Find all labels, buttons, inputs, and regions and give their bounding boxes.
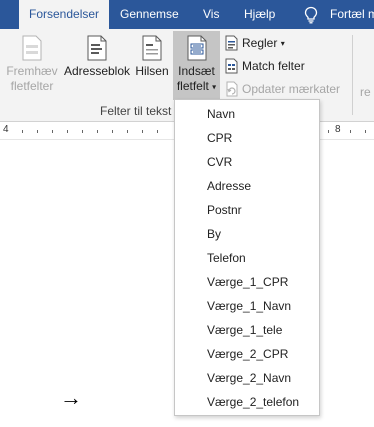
ruler-tick	[97, 130, 98, 133]
insert-merge-field-label-line2: fletfelt ▾	[173, 79, 220, 94]
insert-merge-field-label-text: fletfelt	[176, 79, 209, 93]
merge-field-dropdown: Navn CPR CVR Adresse Postnr By Telefon V…	[174, 99, 320, 416]
ruler-tick	[127, 130, 128, 133]
truncated-ribbon-label: re	[360, 85, 371, 99]
menu-item-telefon[interactable]: Telefon	[175, 246, 319, 270]
tab-hjaelp[interactable]: Hjælp	[244, 0, 275, 29]
ruler-tick	[350, 130, 351, 133]
ruler-number: 8	[335, 124, 341, 135]
greeting-line-label: Hilsen	[135, 64, 169, 78]
update-labels-icon	[226, 81, 238, 97]
menu-item-by[interactable]: By	[175, 222, 319, 246]
tab-gennemse[interactable]: Gennemse	[120, 0, 179, 29]
insert-merge-field-label-line1: Indsæt	[178, 64, 215, 78]
rules-icon	[225, 35, 238, 51]
menu-item-cpr[interactable]: CPR	[175, 126, 319, 150]
arrow-right-glyph: →	[60, 385, 82, 410]
address-block-label: Adresseblok	[63, 64, 131, 78]
ruler-tick	[365, 130, 366, 133]
tab-vis[interactable]: Vis	[203, 0, 219, 29]
menu-item-vaerge2-cpr[interactable]: Værge_2_CPR	[175, 342, 319, 366]
match-fields-label: Match felter	[242, 59, 305, 73]
rules-label: Regler ▾	[242, 33, 285, 54]
ruler-tick	[37, 130, 38, 133]
highlight-label-line1: Fremhæv	[6, 64, 58, 78]
greeting-line-icon	[142, 35, 162, 61]
tell-me-search[interactable]: Fortæl m	[330, 0, 374, 29]
insert-merge-field-icon	[187, 35, 206, 61]
menu-item-navn[interactable]: Navn	[175, 102, 319, 126]
ruler-tick	[22, 130, 23, 133]
chevron-down-icon: ▾	[212, 82, 217, 92]
menu-item-vaerge1-tele[interactable]: Værge_1_tele	[175, 318, 319, 342]
update-labels-label: Opdater mærkater	[242, 82, 341, 96]
address-block-icon	[87, 35, 107, 61]
ruler-tick	[82, 130, 83, 133]
word-window: Forsendelser Gennemse Vis Hjælp Fortæl m…	[0, 0, 374, 427]
ruler-tick	[112, 130, 113, 133]
address-block-button[interactable]: Adresseblok	[62, 35, 132, 79]
menu-item-adresse[interactable]: Adresse	[175, 174, 319, 198]
greeting-line-button[interactable]: Hilsen	[133, 35, 171, 79]
ruler-tick	[52, 130, 53, 133]
ruler-tick	[67, 130, 68, 133]
menu-item-postnr[interactable]: Postnr	[175, 198, 319, 222]
group-label-write-insert-fields: Felter til tekst	[100, 104, 172, 118]
chevron-down-icon: ▾	[280, 38, 285, 48]
ribbon-group-divider	[352, 35, 353, 115]
menu-item-vaerge2-navn[interactable]: Værge_2_Navn	[175, 366, 319, 390]
tab-forsendelser[interactable]: Forsendelser	[19, 0, 110, 30]
highlight-fields-icon	[22, 35, 42, 61]
rules-label-text: Regler	[242, 36, 278, 50]
lightbulb-icon[interactable]	[303, 6, 319, 24]
ruler-number: 4	[3, 124, 9, 135]
menu-item-vaerge1-cpr[interactable]: Værge_1_CPR	[175, 270, 319, 294]
highlight-merge-fields-button[interactable]: Fremhæv fletfelter	[4, 35, 60, 94]
highlight-label-line2: fletfelter	[10, 79, 54, 93]
menu-item-vaerge1-navn[interactable]: Værge_1_Navn	[175, 294, 319, 318]
match-fields-icon	[225, 58, 238, 74]
insert-merge-field-button[interactable]: Indsæt fletfelt ▾	[173, 31, 220, 100]
ribbon-tab-bar: Forsendelser Gennemse Vis Hjælp Fortæl m	[0, 0, 374, 30]
ruler-tick	[142, 130, 143, 133]
menu-item-cvr[interactable]: CVR	[175, 150, 319, 174]
ruler-tick	[157, 130, 158, 133]
ruler-tick	[328, 130, 329, 133]
menu-item-vaerge2-telefon[interactable]: Værge_2_telefon	[175, 390, 319, 414]
